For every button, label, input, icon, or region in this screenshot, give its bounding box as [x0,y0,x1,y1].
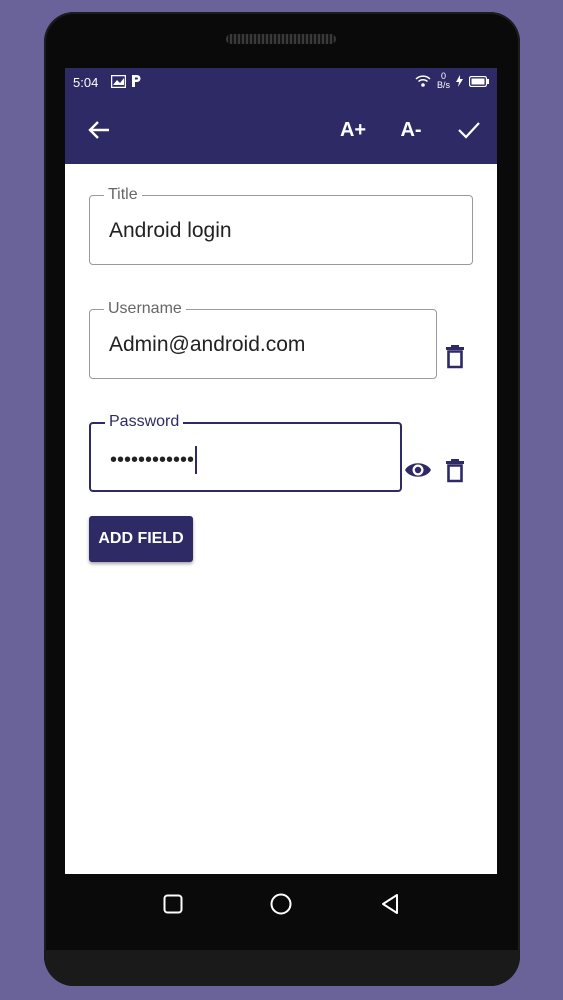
battery-icon [469,75,489,87]
password-field-value: •••••••••••• [110,448,195,471]
username-field[interactable]: Username Admin@android.com [89,300,437,379]
password-field[interactable]: Password •••••••••••• [89,413,402,492]
title-field-label: Title [104,186,142,204]
back-nav-button[interactable] [376,890,404,918]
delete-username-button[interactable] [441,343,469,371]
status-time: 5:04 [73,75,99,90]
font-decrease-button[interactable]: A- [395,116,427,144]
delete-password-button[interactable] [441,457,469,485]
text-cursor [195,446,198,474]
app-bar: A+ A- [65,96,497,164]
recents-button[interactable] [159,890,187,918]
back-button[interactable] [85,116,113,144]
arrow-left-icon [88,121,109,139]
trash-icon [446,345,464,369]
add-field-button[interactable]: ADD FIELD [89,516,193,562]
title-field[interactable]: Title Android login [89,186,473,265]
net-speed: 0 B/s [436,71,450,90]
home-button[interactable] [267,890,295,918]
username-field-value: Admin@android.com [109,333,306,356]
eye-icon [405,463,431,477]
trash-icon [446,459,464,483]
title-field-value: Android login [109,219,232,242]
check-icon [458,122,480,139]
save-button[interactable] [455,116,483,144]
username-field-label: Username [104,300,186,318]
phone-speaker [226,34,336,44]
charging-icon [456,75,463,87]
phone-chin [44,950,520,986]
gallery-notification-icon [111,74,126,88]
toggle-password-visibility-button[interactable] [404,456,432,484]
app-screen: 5:04 0 B/s A+ A- Title Android login Use… [65,68,497,874]
font-increase-button[interactable]: A+ [337,116,369,144]
triangle-back-icon [382,894,398,914]
square-icon [163,894,183,914]
p-notification-icon [132,75,141,87]
system-nav-bar [65,874,497,934]
password-field-label: Password [105,413,184,431]
circle-icon [270,893,292,915]
wifi-icon [415,75,431,87]
status-bar: 5:04 0 B/s [65,68,497,96]
